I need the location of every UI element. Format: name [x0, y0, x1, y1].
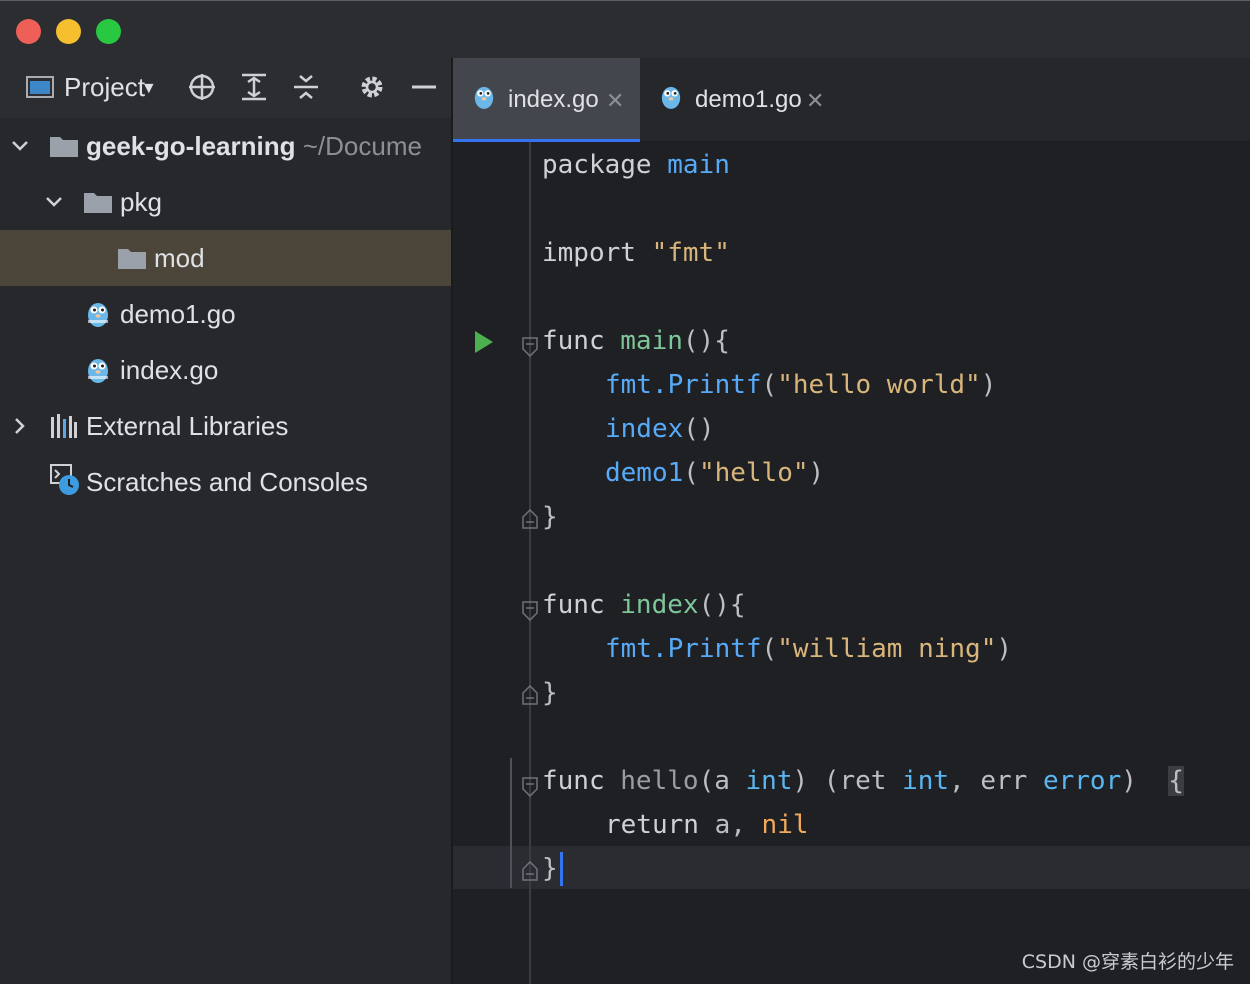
- project-toolbar: Project ▼: [0, 58, 451, 118]
- tree-item-label: Scratches and Consoles: [86, 466, 368, 497]
- code-line: index(): [605, 414, 715, 444]
- close-window-button[interactable]: [16, 19, 41, 44]
- project-window-icon: [26, 68, 54, 106]
- fold-icon[interactable]: [522, 334, 538, 358]
- fold-icon[interactable]: [522, 774, 538, 798]
- code-line: fmt.Printf("william ning"): [605, 634, 1013, 664]
- gear-icon[interactable]: [358, 68, 386, 106]
- watermark: CSDN @穿素白衫的少年: [1021, 951, 1234, 973]
- maximize-window-button[interactable]: [96, 19, 121, 44]
- window-titlebar: [0, 0, 1250, 58]
- code-editor: index.go ✕ demo1.go ✕ package main impor…: [453, 58, 1250, 984]
- scratches-icon: [50, 464, 80, 496]
- folder-icon: [84, 191, 112, 213]
- tree-item-pkg[interactable]: pkg: [0, 174, 451, 230]
- tree-item-label: geek-go-learning: [86, 130, 296, 161]
- collapse-all-icon[interactable]: [293, 68, 319, 106]
- code-line: func main(){: [542, 326, 730, 356]
- fold-end-icon[interactable]: [522, 858, 538, 881]
- minimize-icon[interactable]: [411, 68, 437, 106]
- code-line: return a, nil: [605, 810, 809, 840]
- code-line: }: [542, 852, 563, 886]
- tree-item-index-go[interactable]: index.go: [0, 342, 451, 398]
- go-gopher-icon: [86, 356, 110, 384]
- tree-item-mod[interactable]: mod: [0, 230, 451, 286]
- code-line: func index(){: [542, 590, 746, 620]
- tree-item-label: mod: [154, 242, 205, 273]
- tree-item-label: pkg: [120, 186, 162, 217]
- code-line: package main: [542, 150, 730, 180]
- chevron-right-icon[interactable]: [8, 414, 32, 438]
- code-line: import "fmt": [542, 238, 730, 268]
- chevron-down-icon[interactable]: [42, 190, 66, 214]
- tree-item-geek-go-learning[interactable]: geek-go-learning ~/Docume: [0, 118, 451, 174]
- minimize-window-button[interactable]: [56, 19, 81, 44]
- fold-end-icon[interactable]: [522, 682, 538, 705]
- code-area[interactable]: package main import "fmt" func main(){ f…: [453, 58, 1250, 984]
- expand-all-icon[interactable]: [241, 68, 267, 106]
- fold-end-icon[interactable]: [522, 506, 538, 529]
- code-line: fmt.Printf("hello world"): [605, 370, 997, 400]
- text-cursor: [559, 852, 563, 886]
- chevron-down-icon[interactable]: [8, 134, 32, 158]
- tree-item-path: ~/Docume: [302, 130, 422, 161]
- libraries-icon: [50, 414, 78, 438]
- tree-item-label: demo1.go: [120, 298, 236, 329]
- tree-item-scratches-and-consoles[interactable]: Scratches and Consoles: [0, 454, 451, 510]
- project-view-selector[interactable]: Project ▼: [64, 68, 157, 106]
- go-gopher-icon: [86, 300, 110, 328]
- code-line: }: [542, 502, 558, 532]
- code-line: func hello(a int) (ret int, err error) {: [542, 766, 1184, 796]
- tree-item-label: External Libraries: [86, 410, 289, 441]
- code-line: demo1("hello"): [605, 458, 825, 488]
- locate-icon[interactable]: [187, 68, 217, 106]
- tree-item-external-libraries[interactable]: External Libraries: [0, 398, 451, 454]
- project-sidebar: Project ▼ geek-go-learning ~/Docume pkg …: [0, 58, 451, 984]
- folder-icon: [118, 247, 146, 269]
- tree-item-demo1-go[interactable]: demo1.go: [0, 286, 451, 342]
- fold-icon[interactable]: [522, 598, 538, 622]
- tree-item-label: index.go: [120, 354, 219, 385]
- code-line: }: [542, 678, 558, 708]
- dropdown-arrow-icon: ▼: [140, 80, 157, 97]
- folder-icon: [50, 135, 78, 157]
- project-label: Project: [64, 71, 145, 102]
